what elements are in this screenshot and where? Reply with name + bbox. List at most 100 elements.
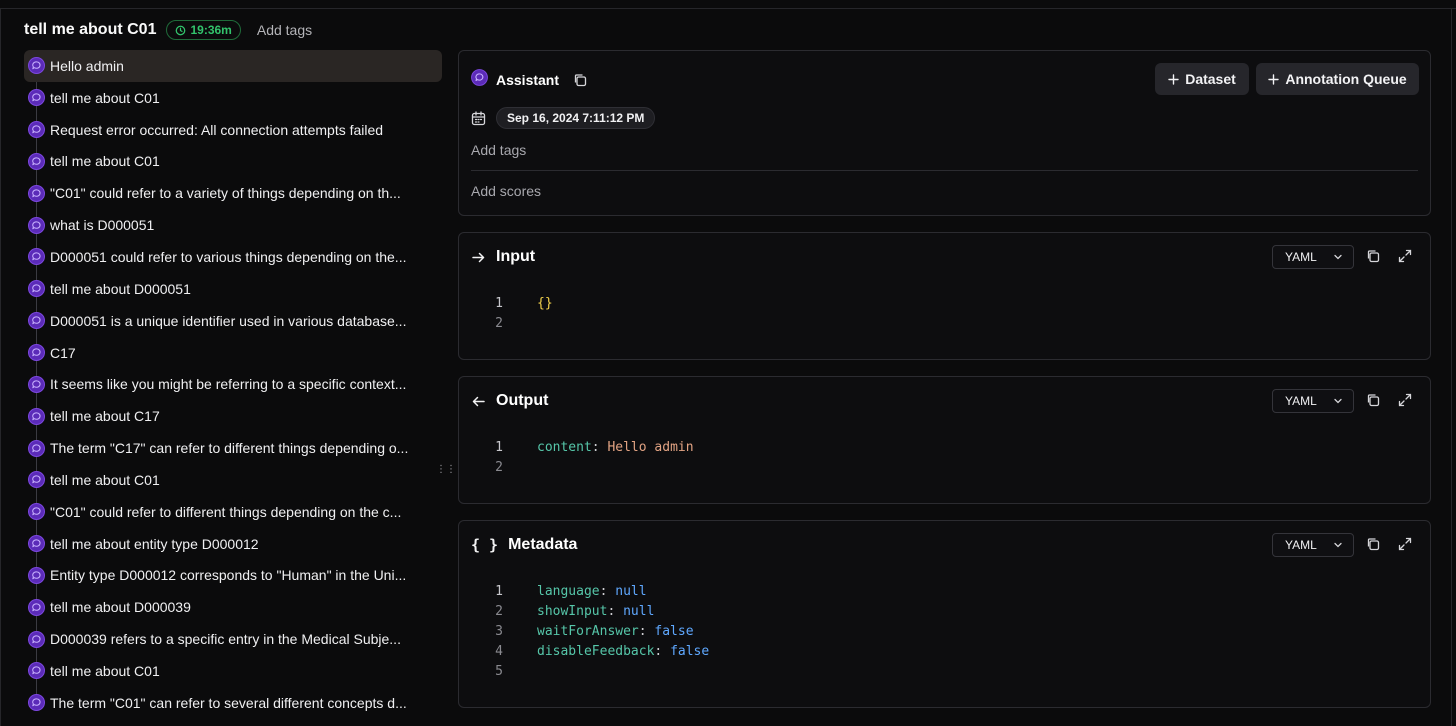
trace-list-item[interactable]: tell me about D000039 — [24, 591, 442, 623]
trace-list-item-label: Hello admin — [50, 57, 124, 74]
input-header: Input — [471, 245, 535, 269]
metadata-header: { } Metadata — [471, 533, 577, 557]
top-border — [0, 8, 1456, 9]
trace-list-item[interactable]: D000051 could refer to various things de… — [24, 241, 442, 273]
trace-list-item-label: The term "C17" can refer to different th… — [50, 440, 409, 457]
add-tags-link[interactable]: Add tags — [471, 142, 526, 158]
chat-bubble-icon — [28, 312, 45, 330]
chat-bubble-icon — [28, 280, 45, 298]
code-line: 5 — [485, 661, 709, 681]
expand-icon[interactable] — [1398, 249, 1412, 268]
chevron-down-icon — [1334, 398, 1342, 404]
yaml-value: false — [670, 643, 710, 659]
arrow-right-icon — [471, 250, 486, 265]
expand-icon[interactable] — [1398, 537, 1412, 556]
plus-icon — [1268, 73, 1280, 85]
trace-list-item-label: D000051 could refer to various things de… — [50, 248, 407, 265]
queue-button-label: Annotation Queue — [1285, 71, 1407, 87]
trace-list-item[interactable]: tell me about C17 — [24, 400, 442, 432]
trace-list-item[interactable]: tell me about C01 — [24, 655, 442, 687]
copy-icon[interactable] — [573, 73, 587, 87]
trace-list-item[interactable]: Request error occurred: All connection a… — [24, 114, 442, 146]
trace-list-item[interactable]: "C01" could refer to a variety of things… — [24, 177, 442, 209]
trace-list-item[interactable]: tell me about entity type D000012 — [24, 528, 442, 560]
format-select[interactable]: YAML — [1272, 245, 1354, 269]
chat-bubble-icon — [28, 535, 45, 553]
trace-list-item-label: Request error occurred: All connection a… — [50, 121, 384, 138]
chat-bubble-icon — [28, 662, 45, 680]
trace-list-item[interactable]: The term "C01" can refer to several diff… — [24, 687, 442, 719]
trace-list-item[interactable]: D000039 refers to a specific entry in th… — [24, 623, 442, 655]
code-brace: {} — [537, 295, 553, 311]
dataset-button-label: Dataset — [1185, 71, 1236, 87]
trace-list-item[interactable]: tell me about C01 — [24, 464, 442, 496]
add-to-dataset-button[interactable]: Dataset — [1155, 63, 1249, 95]
trace-list-item-label: tell me about C17 — [50, 408, 160, 425]
yaml-key: content — [537, 439, 592, 455]
line-number: 2 — [495, 315, 503, 331]
timestamp-row: Sep 16, 2024 7:11:12 PM — [471, 107, 656, 129]
code-line: 2 — [485, 457, 694, 477]
chat-bubble-icon — [28, 57, 45, 75]
copy-icon[interactable] — [1366, 537, 1380, 556]
trace-list-item[interactable]: The term "C17" can refer to different th… — [24, 432, 442, 464]
yaml-value: Hello admin — [607, 439, 694, 455]
line-number: 4 — [495, 643, 503, 659]
clock-icon — [176, 25, 186, 35]
copy-icon[interactable] — [1366, 393, 1380, 412]
format-select-value: YAML — [1285, 538, 1317, 552]
trace-list-item[interactable]: D000051 is a unique identifier used in v… — [24, 305, 442, 337]
trace-list-item[interactable]: Hello admin — [24, 50, 442, 82]
trace-list-item-label: It seems like you might be referring to … — [50, 376, 407, 393]
copy-icon[interactable] — [1366, 249, 1380, 268]
chevron-down-icon — [1334, 254, 1342, 260]
chat-bubble-icon — [28, 503, 45, 521]
code-line: 2 showInput: null — [485, 601, 709, 621]
format-select[interactable]: YAML — [1272, 389, 1354, 413]
add-to-annotation-queue-button[interactable]: Annotation Queue — [1256, 63, 1419, 95]
trace-list-item-label: The term "C01" can refer to several diff… — [50, 694, 407, 711]
trace-list-item[interactable]: It seems like you might be referring to … — [24, 368, 442, 400]
drag-handle-icon[interactable]: ⋮⋮ — [436, 463, 456, 477]
timestamp-badge: Sep 16, 2024 7:11:12 PM — [496, 107, 656, 129]
chat-bubble-icon — [28, 375, 45, 393]
braces-icon: { } — [471, 536, 499, 554]
line-number: 3 — [495, 623, 503, 639]
header-add-tags[interactable]: Add tags — [257, 22, 312, 38]
format-select-value: YAML — [1285, 250, 1317, 264]
line-number: 1 — [495, 583, 503, 599]
output-panel: Output YAML 1 content: Hello admin 2 — [458, 376, 1431, 504]
expand-icon[interactable] — [1398, 393, 1412, 412]
chat-bubble-icon — [28, 248, 45, 266]
trace-header: tell me about C01 19:36m Add tags — [24, 18, 312, 42]
divider — [471, 170, 1418, 171]
trace-list-item-label: D000039 refers to a specific entry in th… — [50, 631, 401, 648]
chat-bubble-icon — [28, 121, 45, 139]
output-header: Output — [471, 389, 548, 413]
trace-list-item-label: tell me about C01 — [50, 153, 160, 170]
role-label: Assistant — [496, 72, 560, 88]
trace-list-item[interactable]: Entity type D000012 corresponds to "Huma… — [24, 560, 442, 592]
format-select[interactable]: YAML — [1272, 533, 1354, 557]
yaml-value: false — [654, 623, 694, 639]
chat-bubble-icon — [28, 344, 45, 362]
yaml-key: language — [537, 583, 600, 599]
input-panel: Input YAML 1 {} 2 — [458, 232, 1431, 360]
trace-list-item[interactable]: tell me about C01 — [24, 82, 442, 114]
trace-list-item[interactable]: C17 — [24, 337, 442, 369]
chat-bubble-icon — [28, 566, 45, 584]
line-number: 1 — [495, 295, 503, 311]
trace-list-item-label: Entity type D000012 corresponds to "Huma… — [50, 567, 407, 584]
trace-list-item-label: C17 — [50, 344, 76, 361]
trace-list-item[interactable]: tell me about C01 — [24, 146, 442, 178]
trace-list-item[interactable]: what is D000051 — [24, 209, 442, 241]
trace-list-item[interactable]: tell me about D000051 — [24, 273, 442, 305]
chat-bubble-icon — [28, 407, 45, 425]
arrow-left-icon — [471, 394, 486, 409]
timer-value: 19:36m — [190, 23, 232, 37]
trace-list: Hello admin tell me about C01 Request erro… — [24, 50, 442, 719]
trace-list-item[interactable]: "C01" could refer to different things de… — [24, 496, 442, 528]
trace-list-item-label: tell me about C01 — [50, 471, 160, 488]
add-scores-link[interactable]: Add scores — [471, 183, 541, 199]
code-line: 3 waitForAnswer: false — [485, 621, 709, 641]
